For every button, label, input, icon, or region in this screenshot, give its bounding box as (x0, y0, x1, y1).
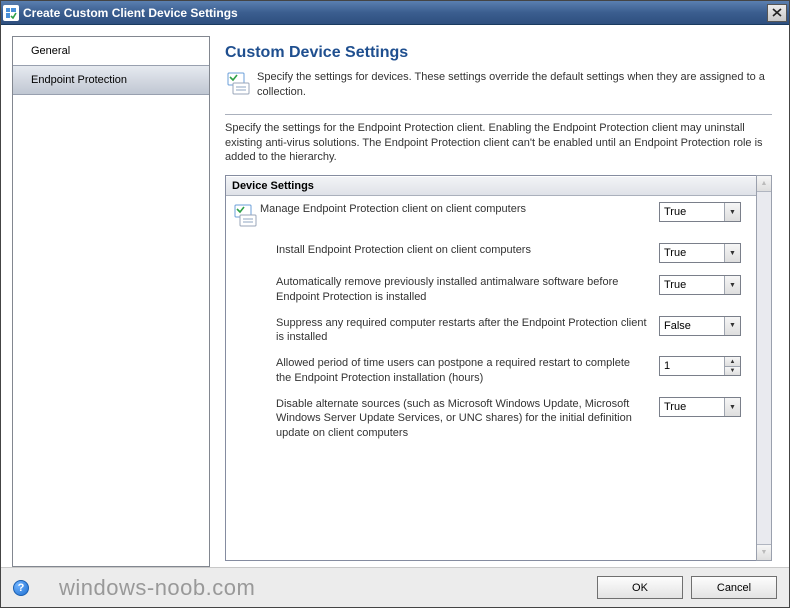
nav-item-general[interactable]: General (13, 37, 209, 65)
footer: ? windows-noob.com OK Cancel (1, 567, 789, 607)
intro-text: Specify the settings for devices. These … (257, 70, 772, 100)
setting-label: Manage Endpoint Protection client on cli… (260, 202, 659, 216)
content-area: General Endpoint Protection Custom Devic… (1, 25, 789, 567)
chevron-down-icon: ▼ (724, 244, 740, 262)
close-button[interactable] (767, 4, 787, 22)
combo-auto-remove[interactable]: True ▼ (659, 275, 741, 295)
app-icon (3, 5, 19, 21)
description-text: Specify the settings for the Endpoint Pr… (225, 121, 772, 166)
scroll-down-icon[interactable]: ▼ (757, 544, 771, 560)
watermark: windows-noob.com (59, 575, 255, 600)
spin-buttons: ▲ ▼ (724, 357, 740, 375)
settings-table: Manage Endpoint Protection client on cli… (226, 196, 756, 446)
settings-row-icon (232, 202, 260, 231)
combo-value: True (660, 279, 724, 291)
combo-manage-ep[interactable]: True ▼ (659, 202, 741, 222)
cancel-button[interactable]: Cancel (691, 576, 777, 599)
nav-item-endpoint-protection[interactable]: Endpoint Protection (13, 65, 209, 95)
page-title: Custom Device Settings (225, 44, 772, 62)
setting-label: Allowed period of time users can postpon… (276, 356, 659, 385)
setting-row-manage-ep: Manage Endpoint Protection client on cli… (226, 196, 756, 237)
setting-label: Disable alternate sources (such as Micro… (276, 397, 659, 440)
spin-up-icon[interactable]: ▲ (725, 357, 740, 367)
combo-value: True (660, 206, 724, 218)
nav-panel: General Endpoint Protection (12, 36, 210, 567)
main-panel: Custom Device Settings Specify the setti… (221, 36, 778, 567)
setting-row-install-ep: Install Endpoint Protection client on cl… (226, 237, 756, 269)
combo-value: True (660, 247, 724, 259)
setting-label: Automatically remove previously installe… (276, 275, 659, 304)
chevron-down-icon: ▼ (724, 398, 740, 416)
chevron-down-icon: ▼ (724, 203, 740, 221)
spin-postpone-hours[interactable]: 1 ▲ ▼ (659, 356, 741, 376)
setting-row-auto-remove: Automatically remove previously installe… (226, 269, 756, 310)
help-icon[interactable]: ? (13, 580, 29, 596)
combo-suppress-restart[interactable]: False ▼ (659, 316, 741, 336)
chevron-down-icon: ▼ (724, 276, 740, 294)
setting-label: Install Endpoint Protection client on cl… (276, 243, 659, 257)
setting-label: Suppress any required computer restarts … (276, 316, 659, 345)
vertical-scrollbar[interactable]: ▲ ▼ (756, 175, 772, 561)
spin-down-icon[interactable]: ▼ (725, 367, 740, 376)
spin-value: 1 (660, 360, 724, 372)
setting-row-postpone-hours: Allowed period of time users can postpon… (226, 350, 756, 391)
scroll-up-icon[interactable]: ▲ (757, 176, 771, 192)
combo-value: True (660, 401, 724, 413)
setting-row-suppress-restart: Suppress any required computer restarts … (226, 310, 756, 351)
combo-value: False (660, 320, 724, 332)
chevron-down-icon: ▼ (724, 317, 740, 335)
ok-button[interactable]: OK (597, 576, 683, 599)
section-header: Device Settings (226, 176, 756, 196)
intro-row: Specify the settings for devices. These … (225, 70, 772, 100)
titlebar: Create Custom Client Device Settings (1, 1, 789, 25)
divider (225, 114, 772, 115)
setting-row-disable-alt-sources: Disable alternate sources (such as Micro… (226, 391, 756, 446)
settings-icon (225, 70, 251, 96)
settings-body: Device Settings (225, 175, 756, 561)
window-title: Create Custom Client Device Settings (23, 6, 767, 20)
scroll-track[interactable] (757, 192, 771, 544)
settings-container: Device Settings (225, 175, 772, 561)
combo-disable-alt-sources[interactable]: True ▼ (659, 397, 741, 417)
combo-install-ep[interactable]: True ▼ (659, 243, 741, 263)
